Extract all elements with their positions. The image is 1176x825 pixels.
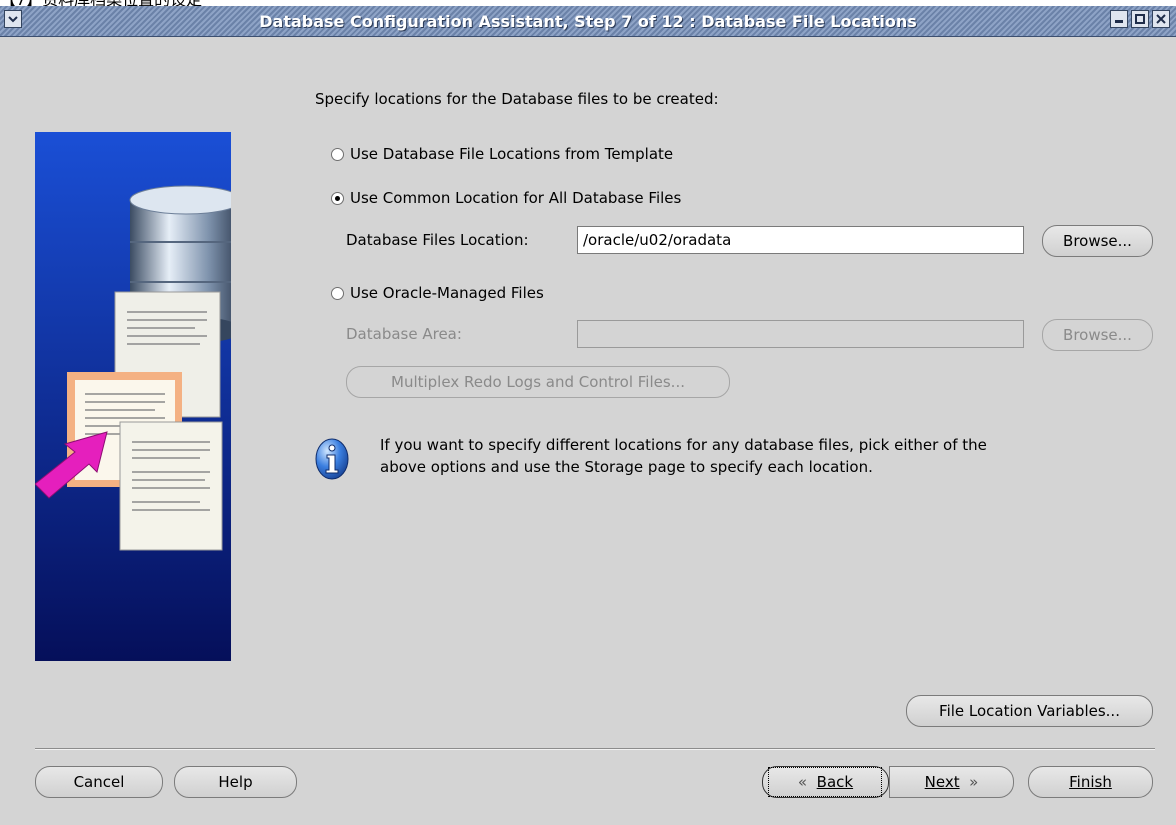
option-omf-label[interactable]: Use Oracle-Managed Files [350, 284, 544, 302]
finish-button-label: Finish [1069, 773, 1112, 791]
double-chevron-left-icon: « [797, 773, 808, 791]
database-area-input[interactable] [577, 320, 1024, 348]
option-template-label[interactable]: Use Database File Locations from Templat… [350, 145, 673, 163]
radio-oracle-managed[interactable] [331, 287, 344, 300]
title-bar: Database Configuration Assistant, Step 7… [0, 6, 1176, 37]
help-button[interactable]: Help [174, 766, 297, 798]
maximize-button[interactable] [1131, 10, 1149, 28]
finish-button[interactable]: Finish [1028, 766, 1153, 798]
minimize-button[interactable] [1110, 10, 1128, 28]
files-location-input[interactable] [577, 226, 1024, 254]
browse-area-button[interactable]: Browse... [1042, 319, 1153, 351]
database-area-label: Database Area: [346, 325, 462, 343]
double-chevron-right-icon: » [969, 773, 979, 791]
close-icon [1156, 14, 1166, 24]
next-button[interactable]: Next » [889, 766, 1014, 798]
file-location-variables-button[interactable]: File Location Variables... [906, 695, 1153, 727]
info-icon [315, 437, 349, 481]
cancel-button[interactable]: Cancel [35, 766, 163, 798]
window-title: Database Configuration Assistant, Step 7… [259, 12, 917, 31]
info-text-line-2: above options and use the Storage page t… [380, 458, 873, 476]
radio-template-locations[interactable] [331, 148, 344, 161]
database-illustration [35, 132, 231, 661]
info-text-line-1: If you want to specify different locatio… [380, 436, 987, 454]
next-button-label: Next [924, 773, 960, 791]
browse-button[interactable]: Browse... [1042, 225, 1153, 257]
footer-divider [35, 748, 1155, 750]
back-button[interactable]: « Back [762, 766, 889, 798]
multiplex-redo-logs-button[interactable]: Multiplex Redo Logs and Control Files... [346, 366, 730, 398]
maximize-icon [1135, 14, 1145, 24]
back-button-label: Back [816, 773, 854, 791]
close-button[interactable] [1152, 10, 1170, 28]
instruction-text: Specify locations for the Database files… [315, 90, 719, 108]
minimize-icon [1115, 20, 1123, 23]
option-common-label[interactable]: Use Common Location for All Database Fil… [350, 189, 681, 207]
files-location-label: Database Files Location: [346, 231, 529, 249]
radio-common-location[interactable] [331, 192, 344, 205]
